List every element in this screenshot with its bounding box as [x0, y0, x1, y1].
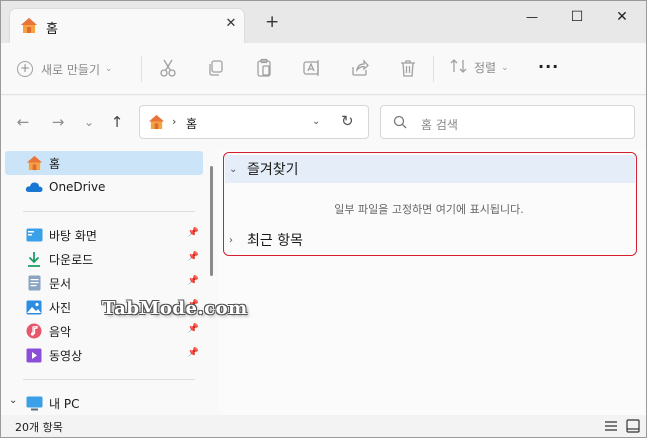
home-icon [148, 114, 165, 133]
tab-home[interactable]: 홈 ✕ [9, 8, 245, 43]
section-favorites[interactable]: ⌄ 즐겨찾기 [225, 155, 635, 183]
toolbar-divider [433, 56, 434, 82]
sidebar-item-label: 바탕 화면 [49, 228, 97, 243]
chevron-right-icon: › [229, 234, 233, 246]
pin-icon[interactable]: 📌 [188, 276, 199, 286]
title-bar: 홈 ✕ + — ☐ ✕ [1, 1, 646, 43]
sidebar-item-label: 음악 [49, 324, 72, 339]
home-icon [20, 17, 38, 37]
recent-locations-button[interactable]: ⌄ [80, 113, 98, 131]
sidebar-item-onedrive[interactable]: OneDrive [5, 175, 203, 199]
search-box[interactable]: 홈 검색 [380, 105, 635, 139]
maximize-button[interactable]: ☐ [554, 1, 600, 33]
sidebar-item-desktop[interactable]: 바탕 화면 📌 [5, 223, 203, 247]
favorites-empty-message: 일부 파일을 고정하면 여기에 표시됩니다. [334, 203, 524, 216]
pin-icon[interactable]: 📌 [188, 348, 199, 358]
search-input[interactable]: 홈 검색 [421, 116, 458, 133]
sidebar-item-label: 내 PC [49, 396, 80, 411]
chevron-down-icon: ⌄ [105, 64, 113, 74]
sidebar-item-home[interactable]: 홈 [5, 151, 203, 175]
navigation-row: ← → ⌄ ↑ › 홈 ⌄ ↻ 홈 검색 [1, 96, 646, 150]
main-content: ⌄ 즐겨찾기 일부 파일을 고정하면 여기에 표시됩니다. › 최근 항목 [219, 150, 646, 415]
pin-icon[interactable]: 📌 [188, 324, 199, 334]
sort-button[interactable]: 정렬 ⌄ [450, 58, 509, 77]
sort-button-label: 정렬 [474, 61, 497, 75]
command-bar: + 새로 만들기 ⌄ 정렬 ⌄ ··· [1, 43, 646, 95]
up-button[interactable]: ↑ [108, 113, 126, 131]
sidebar-item-label: 다운로드 [49, 252, 94, 267]
new-button[interactable]: + 새로 만들기 ⌄ [17, 57, 113, 81]
sidebar-item-videos[interactable]: 동영상 📌 [5, 343, 203, 367]
sidebar-item-label: 홈 [49, 156, 61, 171]
tab-title: 홈 [46, 22, 58, 37]
rename-icon[interactable] [302, 58, 322, 78]
file-explorer-window: 홈 ✕ + — ☐ ✕ + 새로 만들기 ⌄ 정렬 ⌄ ··· ← → ⌄ ↑ … [0, 0, 647, 438]
sort-icon [450, 58, 468, 77]
sidebar-item-label: 동영상 [49, 348, 83, 363]
close-button[interactable]: ✕ [599, 1, 645, 33]
sidebar-item-documents[interactable]: 문서 📌 [5, 271, 203, 295]
sidebar-item-label: 문서 [49, 276, 72, 291]
new-button-label: 새로 만들기 [41, 62, 101, 77]
section-recent[interactable]: › 최근 항목 [225, 226, 635, 254]
download-icon [25, 250, 43, 268]
item-count: 20개 항목 [15, 421, 63, 434]
sidebar-item-label: 사진 [49, 300, 72, 315]
status-bar: 20개 항목 [1, 415, 646, 437]
share-icon[interactable] [350, 58, 370, 78]
document-icon [25, 274, 43, 292]
pin-icon[interactable]: 📌 [188, 228, 199, 238]
new-tab-button[interactable]: + [265, 14, 279, 31]
desktop-icon [25, 226, 43, 244]
watermark-text: TabMode.com [102, 298, 248, 319]
breadcrumb-separator-icon: › [172, 115, 177, 128]
cut-icon[interactable] [158, 58, 178, 78]
navigation-pane: 홈 OneDrive 바탕 화면 📌 다운로드 📌 문서 📌 사진 📌 음악 📌… [1, 150, 205, 415]
pin-icon[interactable]: 📌 [188, 252, 199, 262]
sidebar-item-label: OneDrive [49, 180, 106, 194]
paste-icon[interactable] [254, 58, 274, 78]
music-icon [25, 322, 43, 340]
delete-icon[interactable] [398, 58, 418, 78]
sidebar-item-music[interactable]: 음악 📌 [5, 319, 203, 343]
sidebar-divider [23, 379, 195, 380]
sidebar-divider [23, 211, 195, 212]
search-icon [393, 115, 407, 132]
chevron-down-icon: ⌄ [501, 62, 509, 73]
sidebar-item-downloads[interactable]: 다운로드 📌 [5, 247, 203, 271]
forward-button[interactable]: → [49, 113, 67, 131]
video-icon [25, 346, 43, 364]
sidebar-item-this-pc[interactable]: 내 PC [5, 391, 203, 415]
tab-close-button[interactable]: ✕ [222, 15, 240, 33]
tiles-view-icon[interactable] [625, 418, 641, 434]
more-options-button[interactable]: ··· [538, 57, 559, 76]
minimize-button[interactable]: — [509, 1, 555, 33]
cloud-icon [25, 178, 43, 196]
breadcrumb-home[interactable]: 홈 [186, 115, 197, 132]
copy-icon[interactable] [206, 58, 226, 78]
back-button[interactable]: ← [14, 113, 32, 131]
picture-icon [25, 298, 43, 316]
plus-icon: + [17, 61, 33, 77]
scrollbar-thumb[interactable] [210, 166, 213, 276]
favorites-title: 즐겨찾기 [247, 162, 299, 178]
recent-title: 최근 항목 [247, 233, 303, 249]
details-view-icon[interactable] [603, 418, 619, 434]
home-icon [25, 154, 43, 172]
chevron-down-icon: ⌄ [229, 163, 238, 175]
address-dropdown-icon[interactable]: ⌄ [312, 116, 320, 127]
toolbar-divider [141, 56, 142, 82]
refresh-button[interactable]: ↻ [341, 112, 354, 130]
pc-icon [25, 394, 43, 412]
address-bar[interactable]: › 홈 ⌄ ↻ [139, 105, 369, 139]
sidebar-scrollbar[interactable] [205, 150, 219, 415]
